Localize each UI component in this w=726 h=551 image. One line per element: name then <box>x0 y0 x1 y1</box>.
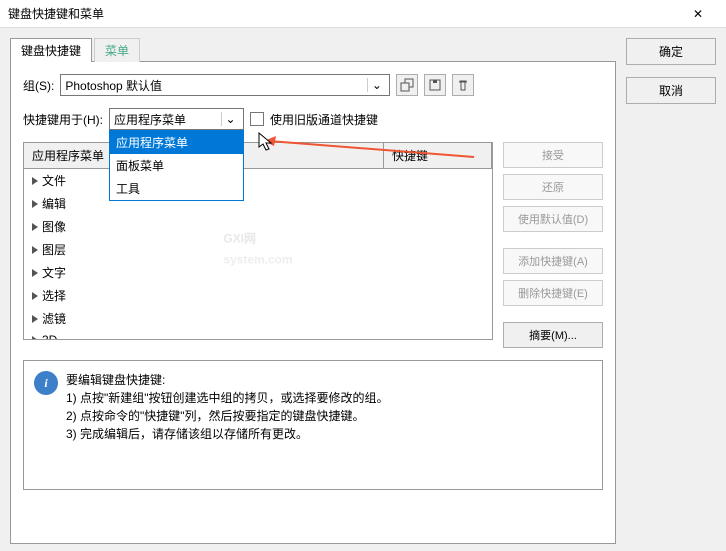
scope-value: 应用程序菜单 <box>114 111 221 128</box>
scope-label: 快捷键用于(H): <box>23 111 103 128</box>
close-button[interactable]: ✕ <box>678 0 718 28</box>
chevron-down-icon[interactable]: ⌄ <box>221 112 239 126</box>
group-value: Photoshop 默认值 <box>65 77 367 94</box>
tab-menus[interactable]: 菜单 <box>94 38 140 62</box>
chevron-down-icon[interactable]: ⌄ <box>367 78 385 92</box>
info-text: 要编辑键盘快捷键: 1) 点按"新建组"按钮创建选中组的拷贝，或选择要修改的组。… <box>66 371 389 479</box>
table-row[interactable]: 文字 <box>24 261 492 284</box>
window-title: 键盘快捷键和菜单 <box>8 5 678 22</box>
table-row[interactable]: 选择 <box>24 284 492 307</box>
add-shortcut-button[interactable]: 添加快捷键(A) <box>503 248 603 274</box>
dropdown-item-panel[interactable]: 面板菜单 <box>110 154 243 177</box>
expand-icon <box>32 292 38 300</box>
delete-shortcut-button[interactable]: 删除快捷键(E) <box>503 280 603 306</box>
summary-button[interactable]: 摘要(M)... <box>503 322 603 348</box>
ok-button[interactable]: 确定 <box>626 38 716 65</box>
table-body[interactable]: GXI网 system.com 文件 编辑 图像 图层 文字 选择 滤镜 3D … <box>24 169 492 339</box>
scope-dropdown: 应用程序菜单 面板菜单 工具 <box>109 130 244 201</box>
info-icon: i <box>34 371 58 395</box>
new-set-icon[interactable] <box>396 74 418 96</box>
cancel-button[interactable]: 取消 <box>626 77 716 104</box>
save-set-icon[interactable] <box>424 74 446 96</box>
use-default-button[interactable]: 使用默认值(D) <box>503 206 603 232</box>
tab-shortcuts[interactable]: 键盘快捷键 <box>10 38 92 62</box>
accept-button[interactable]: 接受 <box>503 142 603 168</box>
table-row[interactable]: 图像 <box>24 215 492 238</box>
expand-icon <box>32 200 38 208</box>
table-row[interactable]: 图层 <box>24 238 492 261</box>
table-row[interactable]: 编辑 <box>24 192 492 215</box>
delete-set-icon[interactable] <box>452 74 474 96</box>
legacy-checkbox[interactable] <box>250 112 264 126</box>
expand-icon <box>32 177 38 185</box>
group-select[interactable]: Photoshop 默认值 ⌄ <box>60 74 390 96</box>
expand-icon <box>32 269 38 277</box>
legacy-label: 使用旧版通道快捷键 <box>270 111 378 128</box>
table-row[interactable]: 滤镜 <box>24 307 492 330</box>
undo-button[interactable]: 还原 <box>503 174 603 200</box>
table-row[interactable]: 文件 <box>24 169 492 192</box>
table-row[interactable]: 3D <box>24 330 492 339</box>
expand-icon <box>32 336 38 339</box>
group-label: 组(S): <box>23 77 54 94</box>
expand-icon <box>32 315 38 323</box>
scope-select[interactable]: 应用程序菜单 ⌄ 应用程序菜单 面板菜单 工具 <box>109 108 244 130</box>
expand-icon <box>32 223 38 231</box>
expand-icon <box>32 246 38 254</box>
dropdown-item-app[interactable]: 应用程序菜单 <box>110 131 243 154</box>
dropdown-item-tools[interactable]: 工具 <box>110 177 243 200</box>
table-header-shortcut: 快捷键 <box>384 143 492 168</box>
